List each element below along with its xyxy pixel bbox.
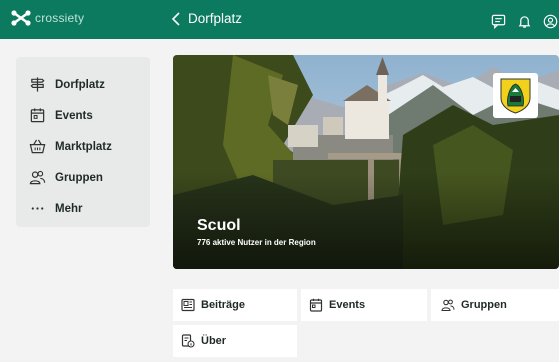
tab-label: Über <box>201 335 227 347</box>
page-title: Dorfplatz <box>188 11 243 26</box>
notifications-button[interactable] <box>515 13 533 29</box>
tab-gruppen[interactable]: Gruppen <box>431 289 559 321</box>
tab-events[interactable]: Events <box>301 289 427 321</box>
sidebar-item-events[interactable]: Events <box>16 100 150 131</box>
posts-icon <box>181 298 195 312</box>
tab-beitraege[interactable]: Beiträge <box>173 289 297 321</box>
header-actions <box>489 13 559 29</box>
sidebar-item-label: Gruppen <box>55 171 103 184</box>
tab-label: Gruppen <box>461 299 507 311</box>
community-banner: Scuol 776 aktive Nutzer in der Region <box>173 55 559 269</box>
calendar-icon <box>309 298 323 312</box>
tab-ueber[interactable]: Über <box>173 325 297 357</box>
chat-icon <box>491 14 505 29</box>
crossiety-logo-icon <box>11 10 31 26</box>
coat-of-arms <box>493 73 538 118</box>
group-icon <box>29 170 46 185</box>
top-bar: crossiety Dorfplatz <box>0 0 559 39</box>
calendar-icon <box>30 108 45 123</box>
logo-text: crossiety <box>35 11 85 25</box>
tab-label: Beiträge <box>201 299 246 311</box>
info-document-icon <box>181 334 195 348</box>
sidebar-item-label: Mehr <box>55 202 83 215</box>
profile-button[interactable] <box>541 13 559 29</box>
back-button[interactable]: Dorfplatz <box>171 11 242 26</box>
basket-icon <box>29 139 46 154</box>
sidebar-item-label: Events <box>55 109 93 122</box>
group-icon <box>441 299 455 312</box>
sidebar-item-label: Marktplatz <box>55 140 112 153</box>
active-users-count: 776 aktive Nutzer in der Region <box>197 238 316 247</box>
crossiety-logo[interactable]: crossiety <box>10 9 84 27</box>
sidebar: Dorfplatz Events Marktplatz Gruppen Mehr <box>16 57 150 227</box>
chevron-left-icon <box>171 11 180 26</box>
sidebar-item-marktplatz[interactable]: Marktplatz <box>16 131 150 162</box>
sidebar-item-dorfplatz[interactable]: Dorfplatz <box>16 69 150 100</box>
messages-button[interactable] <box>489 13 507 29</box>
sidebar-item-mehr[interactable]: Mehr <box>16 193 150 224</box>
user-circle-icon <box>543 14 557 28</box>
sidebar-item-gruppen[interactable]: Gruppen <box>16 162 150 193</box>
bell-icon <box>518 15 530 28</box>
signpost-icon <box>30 77 45 92</box>
town-name: Scuol <box>197 217 241 234</box>
tab-label: Events <box>329 299 366 311</box>
sidebar-item-label: Dorfplatz <box>55 78 105 91</box>
more-dots-icon <box>31 207 44 210</box>
coat-of-arms-icon <box>500 78 531 114</box>
